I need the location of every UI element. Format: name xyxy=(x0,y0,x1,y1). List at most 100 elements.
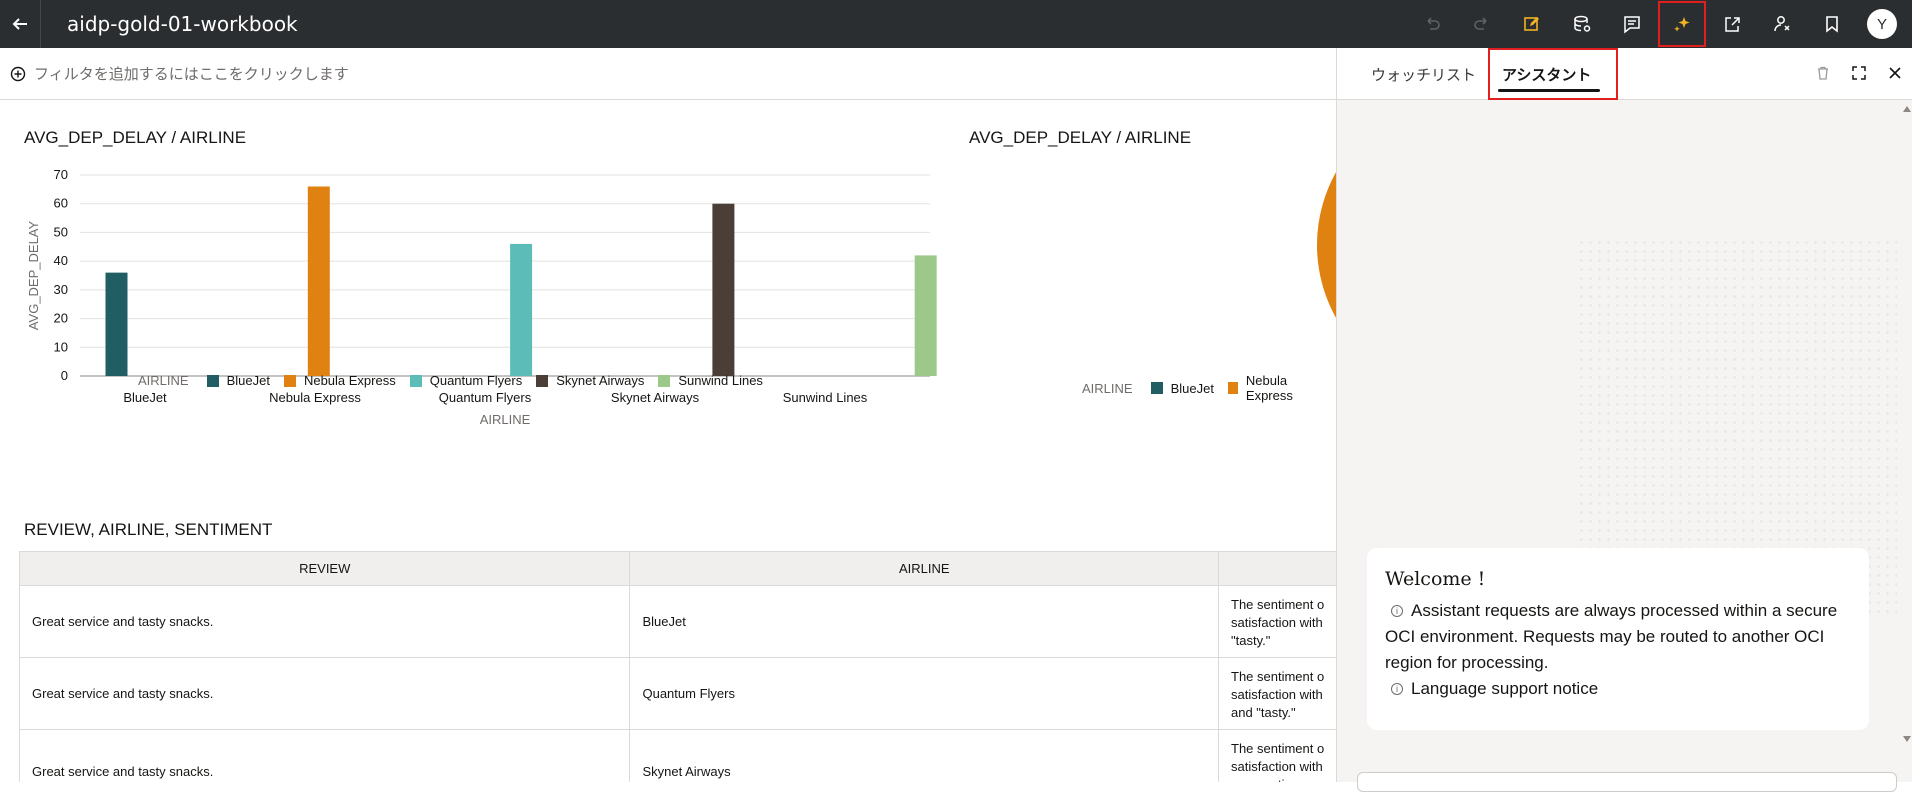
review-cell[interactable]: Great service and tasty snacks. xyxy=(18,657,631,730)
legend-swatch xyxy=(283,374,296,387)
chart-area: 0 10 20 30 40 50 60 70 BlueJet Nebula Express Quan… xyxy=(26,167,1336,427)
bar-sunwind-lines xyxy=(914,255,937,376)
assistant-button[interactable] xyxy=(1657,0,1707,48)
legend-item[interactable]: Skynet Airways xyxy=(536,373,644,388)
export-button[interactable] xyxy=(1707,0,1757,48)
pie-slice-nebula-express xyxy=(1315,168,1336,322)
column-header-sentiment[interactable] xyxy=(1218,551,1336,586)
legend-swatch xyxy=(1150,382,1163,394)
user-settings-icon xyxy=(1774,16,1790,32)
legend-item[interactable]: Quantum Flyers xyxy=(409,373,523,388)
y-tick-label: 60 xyxy=(54,196,68,211)
sentiment-cell[interactable]: The sentiment o satisfaction with no neg… xyxy=(1218,729,1336,782)
bar-quantum-flyers xyxy=(510,243,533,376)
sentiment-cell[interactable]: The sentiment o satisfaction with and "t… xyxy=(1218,657,1336,730)
legend-swatch xyxy=(536,374,549,387)
legend-item[interactable]: Nebula Express xyxy=(1227,373,1322,403)
edit-pencil-icon xyxy=(1524,17,1539,31)
tab-assistant[interactable]: アシスタント xyxy=(1488,48,1618,100)
bar-chart-legend: AIRLINE BlueJet Nebula Express Quantum Flye… xyxy=(138,373,777,388)
legend-item[interactable]: Sunwind Lines xyxy=(658,373,763,388)
airline-cell[interactable]: Quantum Flyers xyxy=(629,657,1219,730)
tab-assistant-label: アシスタント xyxy=(1502,66,1592,84)
workbook-canvas: AVG_DEP_DELAY / AIRLINE AVG_DEP_DELAY / … xyxy=(0,100,1336,782)
edit-button[interactable] xyxy=(1507,0,1557,48)
airline-cell[interactable]: BlueJet xyxy=(629,585,1219,658)
undo-icon xyxy=(1427,17,1440,30)
table-row: Great service and tasty snacks. BlueJet … xyxy=(18,585,1336,658)
notes-button[interactable] xyxy=(1607,0,1657,48)
review-cell[interactable]: Great service and tasty snacks. xyxy=(18,585,631,658)
legend-item[interactable]: BlueJet xyxy=(1150,380,1214,396)
workbook-title: aidp-gold-01-workbook xyxy=(67,12,298,36)
x-tick-label: Nebula Express xyxy=(269,390,361,405)
y-tick-label: 50 xyxy=(54,224,68,239)
legend-label: Skynet Airways xyxy=(556,373,645,388)
legend-swatch xyxy=(206,374,219,387)
toolbar: Y xyxy=(1407,0,1912,48)
welcome-message: i Assistant requests are always processed… xyxy=(1385,598,1851,676)
welcome-text: Assistant requests are always processed … xyxy=(1385,601,1838,672)
legend-label: BlueJet xyxy=(226,373,270,388)
info-icon: i xyxy=(1391,605,1403,617)
redo-button[interactable] xyxy=(1457,0,1507,48)
comment-icon xyxy=(1624,16,1640,34)
legend-label: Quantum Flyers xyxy=(429,373,523,388)
tab-watchlist[interactable]: ウォッチリスト xyxy=(1371,48,1476,100)
bookmark-button[interactable] xyxy=(1807,0,1857,48)
review-cell[interactable]: Great service and tasty snacks. xyxy=(18,729,631,782)
legend-label: BlueJet xyxy=(1170,380,1214,396)
expand-panel-button[interactable] xyxy=(1847,61,1871,85)
back-arrow-icon xyxy=(12,18,27,30)
back-button[interactable] xyxy=(0,0,40,48)
bar-nebula-express xyxy=(307,186,330,376)
x-axis-label: AIRLINE xyxy=(480,412,531,427)
x-tick-label: BlueJet xyxy=(123,390,167,405)
data-button[interactable] xyxy=(1557,0,1607,48)
language-notice-text: Language support notice xyxy=(1411,679,1599,698)
clear-chat-button[interactable] xyxy=(1811,61,1835,85)
add-circle-icon xyxy=(10,66,26,81)
filter-placeholder: フィルタを追加するにはここをクリックします xyxy=(34,66,349,83)
review-table: REVIEW AIRLINE Great service and tasty s… xyxy=(18,551,1336,782)
panel-scrollbar[interactable] xyxy=(1902,104,1912,744)
legend-swatch xyxy=(658,374,671,387)
active-tab-indicator xyxy=(1498,89,1600,92)
top-bar: aidp-gold-01-workbook Y xyxy=(0,0,1912,48)
column-header-airline[interactable]: AIRLINE xyxy=(629,551,1219,586)
legend-swatch xyxy=(409,374,422,387)
welcome-title: Welcome ! xyxy=(1385,568,1486,590)
legend-item[interactable]: Nebula Express xyxy=(283,373,396,388)
y-tick-label: 30 xyxy=(54,282,68,297)
x-tick-label: Sunwind Lines xyxy=(783,390,868,405)
airline-cell[interactable]: Skynet Airways xyxy=(629,729,1219,782)
bar-bluejet xyxy=(105,272,128,376)
legend-title: AIRLINE xyxy=(138,373,189,388)
user-access-button[interactable] xyxy=(1757,0,1807,48)
sparkle-assistant-icon xyxy=(1674,17,1690,32)
y-tick-label: 40 xyxy=(54,253,68,268)
language-notice[interactable]: i Language support notice xyxy=(1385,676,1851,702)
column-header-review[interactable]: REVIEW xyxy=(18,551,631,586)
fullscreen-icon xyxy=(1852,66,1866,80)
legend-label: Nebula Express xyxy=(1245,373,1293,403)
filter-bar[interactable]: フィルタを追加するにはここをクリックします xyxy=(0,48,1336,100)
table-row: Great service and tasty snacks. Skynet A… xyxy=(18,729,1336,782)
user-avatar[interactable]: Y xyxy=(1867,9,1897,39)
assistant-panel: ウォッチリスト アシスタント Welcome ! i Assistant requ… xyxy=(1336,48,1912,792)
undo-button[interactable] xyxy=(1407,0,1457,48)
legend-title: AIRLINE xyxy=(1082,380,1133,396)
redo-icon xyxy=(1474,17,1487,30)
panel-header: ウォッチリスト アシスタント xyxy=(1337,48,1912,100)
legend-item[interactable]: BlueJet xyxy=(206,373,270,388)
sentiment-cell[interactable]: The sentiment o satisfaction with "tasty… xyxy=(1218,585,1336,658)
share-export-icon xyxy=(1725,17,1740,32)
close-panel-button[interactable] xyxy=(1883,61,1907,85)
welcome-card: Welcome ! i Assistant requests are always… xyxy=(1367,548,1869,730)
assistant-input[interactable] xyxy=(1357,772,1897,792)
table-row: Great service and tasty snacks. Quantum … xyxy=(18,657,1336,730)
bookmark-icon xyxy=(1826,16,1838,33)
info-icon: i xyxy=(1391,683,1403,695)
bar-skynet-airways xyxy=(712,203,735,376)
y-tick-label: 70 xyxy=(54,167,68,182)
